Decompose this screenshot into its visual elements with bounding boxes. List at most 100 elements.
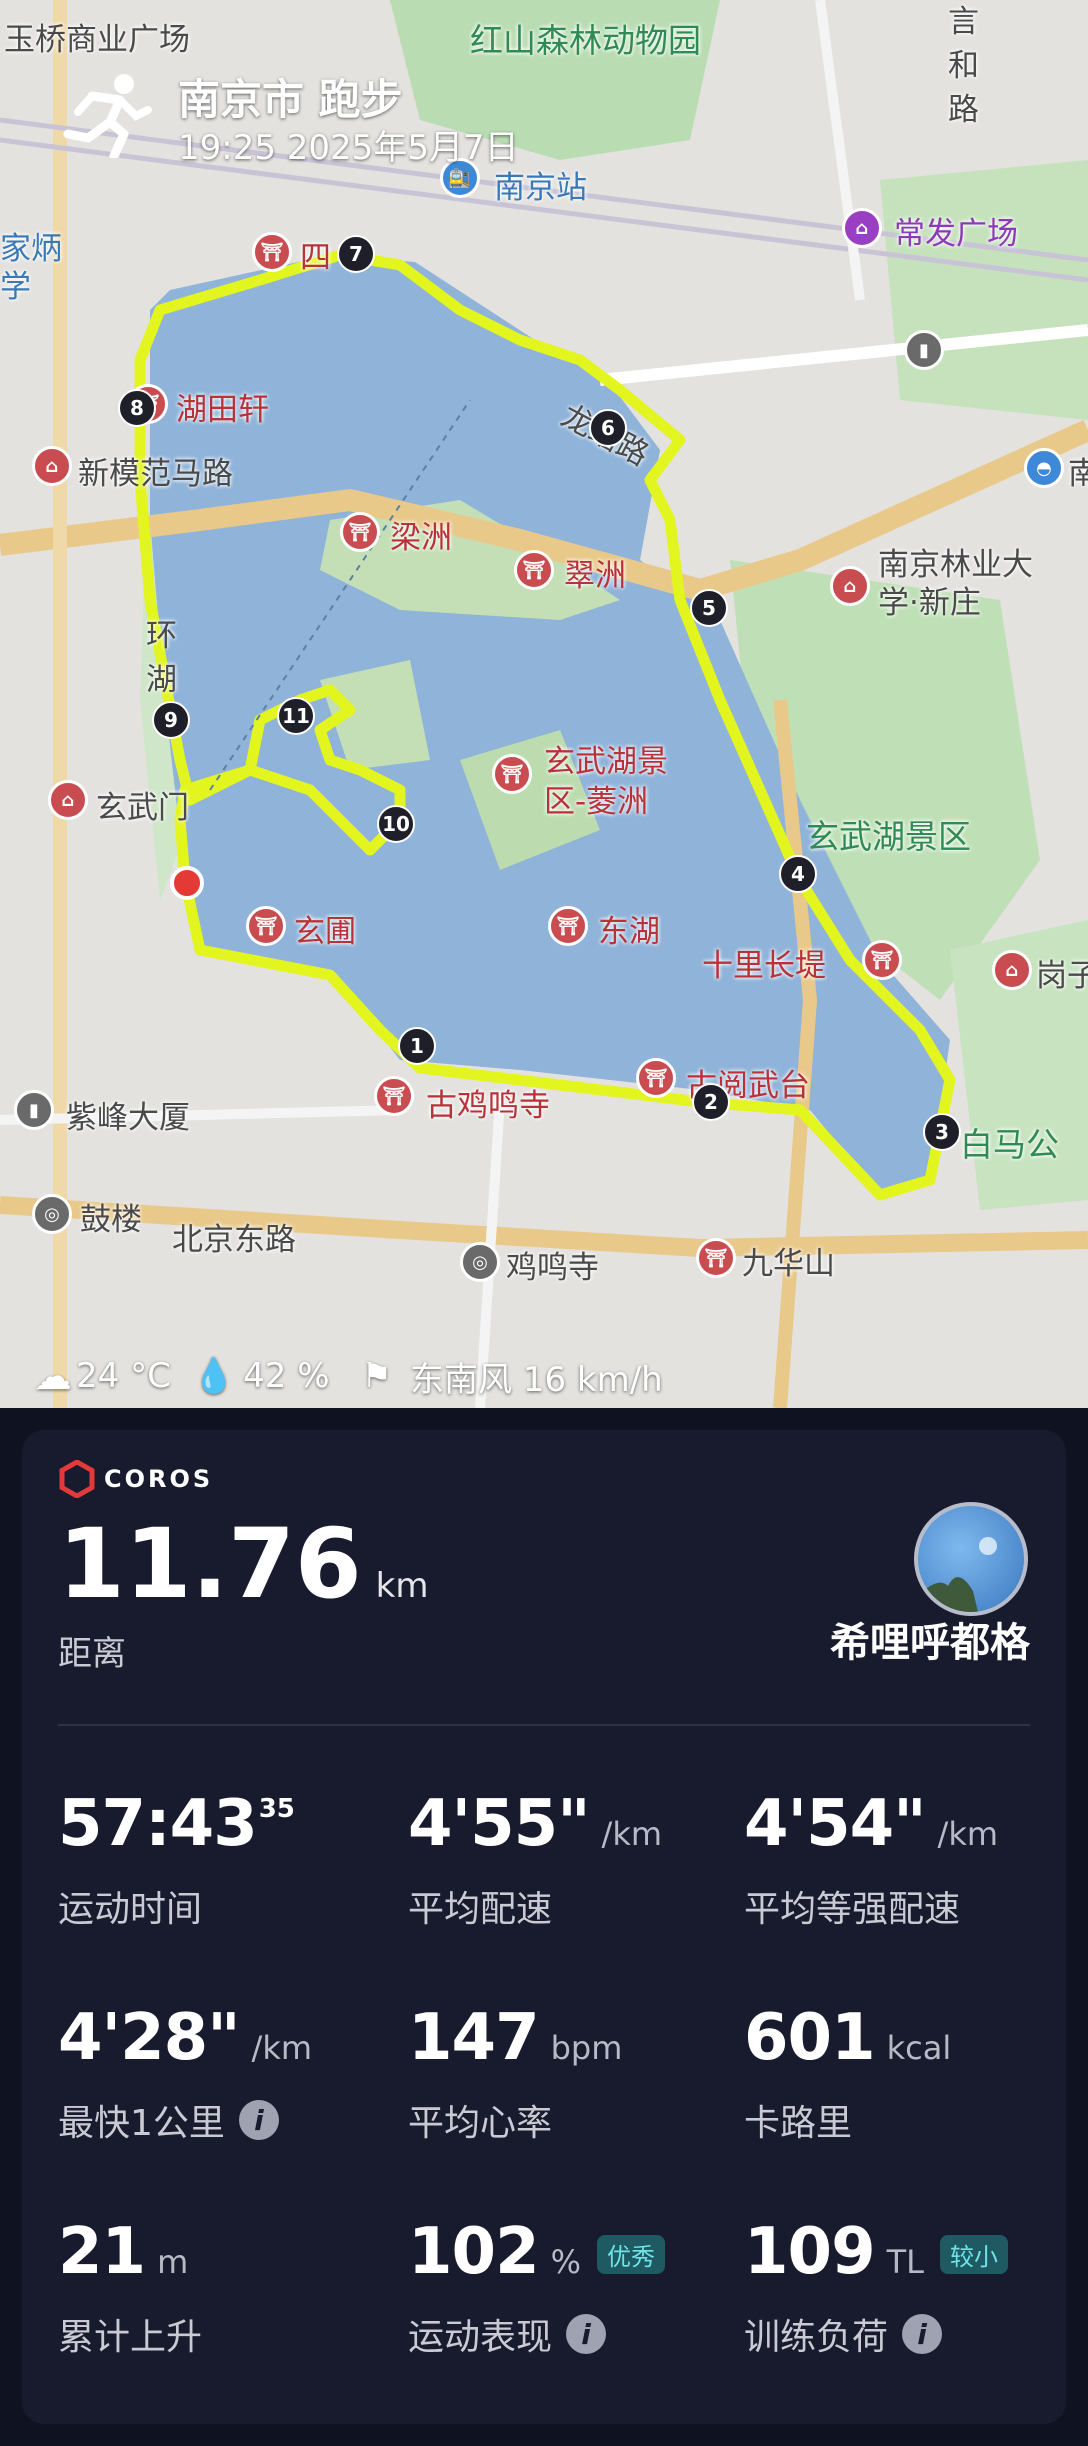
stat-label: 运动表现 [408, 2317, 553, 2358]
stat-unit: bpm [550, 2029, 623, 2067]
km-marker-4[interactable]: 4 [779, 855, 817, 893]
gate-icon: ⌂ [48, 780, 88, 820]
stat-label: 最快1公里 [58, 2103, 225, 2144]
map-label-huanhu: 环 湖 [146, 618, 177, 698]
pavilion-icon: ⛩ [252, 232, 292, 272]
km-marker-6[interactable]: 6 [589, 409, 627, 447]
scenic-icon: ⛩ [548, 906, 588, 946]
stat-elevation-gain: 21 m 累计上升 [58, 2220, 378, 2360]
stat-unit: /km [937, 1815, 999, 1853]
divider [58, 1724, 1030, 1726]
temperature: 24 °C [76, 1356, 171, 1396]
map-label-yanhelu: 言 和 路 [948, 4, 979, 128]
activity-datetime: 19:25 2025年5月7日 [178, 128, 519, 168]
shopping-icon: ⌂ [842, 208, 882, 248]
brand-name: COROS [104, 1465, 214, 1493]
map-label-donghu: 东湖 [598, 914, 660, 950]
map-label-nan: 南 [1068, 456, 1088, 492]
scenic-icon: ⛩ [246, 906, 286, 946]
weather-bar: ☁ 24 °C 💧 42 % ⚑ 东南风 16 km/h [34, 1352, 663, 1400]
map-label-liangzhou: 梁洲 [390, 520, 452, 556]
stat-label: 平均心率 [408, 2103, 553, 2144]
distance-unit: km [375, 1566, 429, 1606]
username: 希哩呼都格 [830, 1620, 1030, 1666]
info-icon[interactable]: i [566, 2314, 607, 2354]
map-label-shilichangdi: 十里长堤 [702, 948, 826, 984]
stat-label: 平均等强配速 [744, 1889, 961, 1930]
coros-hex-icon [59, 1460, 95, 1498]
map-label-jia: 家炳 学 [0, 231, 62, 305]
stat-value: 21 [58, 2215, 146, 2289]
map-label-changfa: 常发广场 [894, 216, 1018, 252]
stat-value: 57:43 [58, 1787, 258, 1861]
km-marker-1[interactable]: 1 [398, 1027, 436, 1065]
map-label-xuanwu-scenic: 玄武湖景区 [806, 817, 971, 856]
landmark-icon: ⌂ [992, 950, 1032, 990]
stat-label: 运动时间 [58, 1889, 203, 1930]
avatar[interactable] [914, 1502, 1028, 1616]
route-map[interactable]: 玉桥商业广场 红山森林动物园 言 和 路 🚉 南京站 ⌂ 常发广场 家炳 学 ⛩… [0, 0, 1088, 1408]
scenic-icon: ⛩ [514, 550, 554, 590]
info-icon[interactable]: i [902, 2314, 943, 2354]
km-marker-7[interactable]: 7 [337, 235, 375, 273]
stats-card: COROS 11.76 km 距离 希哩呼都格 57:43 35 运动时间 4'… [22, 1430, 1066, 2424]
stat-label-row: 运动表现 i [408, 2308, 728, 2360]
km-marker-2[interactable]: 2 [692, 1083, 730, 1121]
stat-value: 102 [408, 2215, 540, 2289]
map-label-gulou: 鼓楼 [80, 1202, 142, 1238]
wind: 东南风 16 km/h [410, 1359, 663, 1400]
km-marker-8[interactable]: 8 [118, 389, 156, 427]
km-marker-11[interactable]: 11 [277, 697, 315, 735]
map-label-hongshan: 红山森林动物园 [470, 21, 701, 60]
map-label-yuqiao: 玉桥商业广场 [4, 22, 190, 58]
stat-unit: m [157, 2243, 189, 2281]
stat-label: 卡路里 [744, 2103, 853, 2144]
activity-title: 南京市 跑步 [178, 75, 403, 124]
stat-value: 109 [744, 2215, 876, 2289]
map-label-lingzhou: 玄武湖景 区-菱洲 [544, 744, 668, 820]
km-marker-10[interactable]: 10 [377, 805, 415, 843]
stat-label: 平均配速 [408, 1889, 553, 1930]
map-label-xuanwumen: 玄武门 [96, 790, 189, 826]
building-icon: ▮ [14, 1090, 54, 1130]
stat-value: 601 [744, 2001, 876, 2075]
map-label-cuizhou: 翠洲 [564, 558, 626, 594]
scenic-icon: ⛩ [862, 940, 902, 980]
scenic-icon: ⛩ [636, 1058, 676, 1098]
landmark-icon: ⌂ [32, 446, 72, 486]
map-label-forestry-univ: 南京林业大 学·新庄 [878, 547, 1033, 621]
temple-icon: ⛩ [374, 1076, 414, 1116]
stat-avg-pace: 4'55" /km 平均配速 [408, 1792, 728, 1932]
cloud-icon: ☁ [34, 1354, 72, 1398]
stat-label-row: 最快1公里 i [58, 2094, 378, 2146]
start-point-icon [170, 866, 204, 900]
km-marker-5[interactable]: 5 [690, 589, 728, 627]
stat-calories: 601 kcal 卡路里 [744, 2006, 1064, 2146]
stat-label: 累计上升 [58, 2317, 203, 2358]
map-label-zifeng: 紫峰大厦 [66, 1100, 190, 1136]
map-label-xuanpu: 玄圃 [294, 914, 356, 950]
humidity: 42 % [243, 1356, 330, 1396]
stat-value: 4'54" [744, 1787, 927, 1861]
map-label-gujiming: 古鸡鸣寺 [426, 1088, 550, 1124]
km-marker-9[interactable]: 9 [152, 701, 190, 739]
stat-value: 4'55" [408, 1787, 591, 1861]
stat-fastest-km: 4'28" /km 最快1公里 i [58, 2006, 378, 2146]
university-icon: ⌂ [830, 566, 870, 606]
stat-value: 147 [408, 2001, 540, 2075]
education-icon: ◓ [1024, 448, 1064, 488]
metro-icon: ◎ [32, 1194, 72, 1234]
stat-grade-adjusted-pace: 4'54" /km 平均等强配速 [744, 1792, 1064, 1932]
stat-training-load: 109 TL 较小 训练负荷 i [744, 2220, 1064, 2360]
distance-label: 距离 [58, 1634, 126, 1674]
info-icon[interactable]: i [238, 2100, 279, 2140]
coros-logo: COROS [58, 1460, 213, 1498]
scenic-icon: ⛩ [340, 512, 380, 552]
km-marker-3[interactable]: 3 [923, 1113, 961, 1151]
map-label-hutianxuan: 湖田轩 [176, 392, 269, 428]
stat-value: 4'28" [58, 2001, 241, 2075]
map-label-beijing-east: 北京东路 [172, 1222, 296, 1258]
map-label-xinmofan: 新模范马路 [78, 456, 233, 492]
stat-unit: /km [601, 1815, 663, 1853]
distance-number: 11.76 [58, 1508, 362, 1620]
